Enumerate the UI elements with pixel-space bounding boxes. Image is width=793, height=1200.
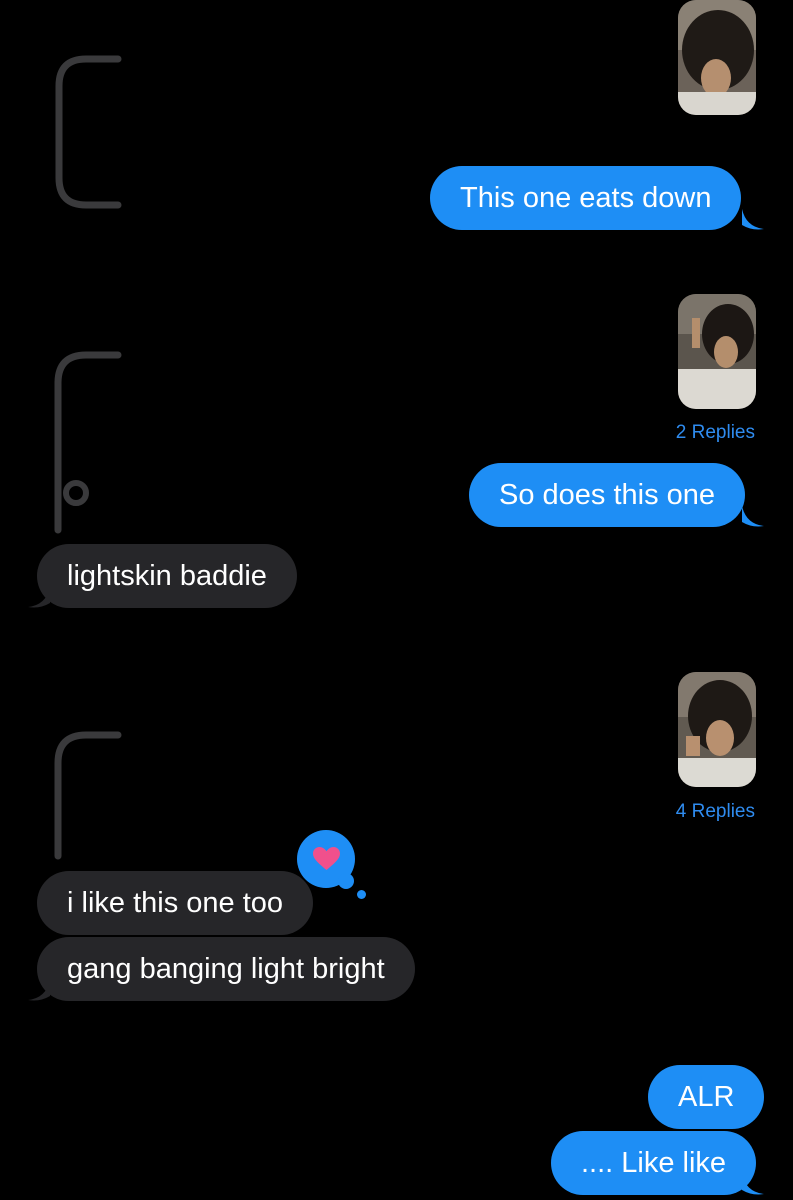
reaction-bubble-dot [338,873,354,889]
bubble-tail [742,1174,764,1195]
bubble-tail [28,980,50,1001]
bubble-tail [28,587,50,608]
reply-thread-line [54,351,122,534]
reaction-bubble-dot [357,890,366,899]
sent-message-bubble[interactable]: ALR [648,1065,765,1129]
photo-message[interactable] [678,0,756,115]
received-message-bubble[interactable]: gang banging light bright [37,937,415,1001]
bubble-tail [742,506,764,527]
selfie-image [678,294,756,409]
replies-link[interactable]: 4 Replies [676,801,755,823]
selfie-image [678,672,756,787]
heart-icon [313,847,340,870]
selfie-image [678,0,756,115]
bubble-tail [742,209,764,230]
sent-message-bubble[interactable]: This one eats down [430,166,742,230]
replies-link[interactable]: 2 Replies [676,422,755,444]
photo-message[interactable] [678,672,756,787]
reply-thread-line [55,55,122,209]
received-message-bubble[interactable]: lightskin baddie [37,544,297,608]
message-thread: This one eats down 2 Replies So does thi… [0,0,793,1200]
sent-message-bubble[interactable]: .... Like like [551,1131,757,1195]
sent-message-bubble[interactable]: So does this one [469,463,746,527]
received-message-bubble[interactable]: i like this one too [37,871,314,935]
photo-message[interactable] [678,294,756,409]
reply-thread-line [54,731,122,860]
